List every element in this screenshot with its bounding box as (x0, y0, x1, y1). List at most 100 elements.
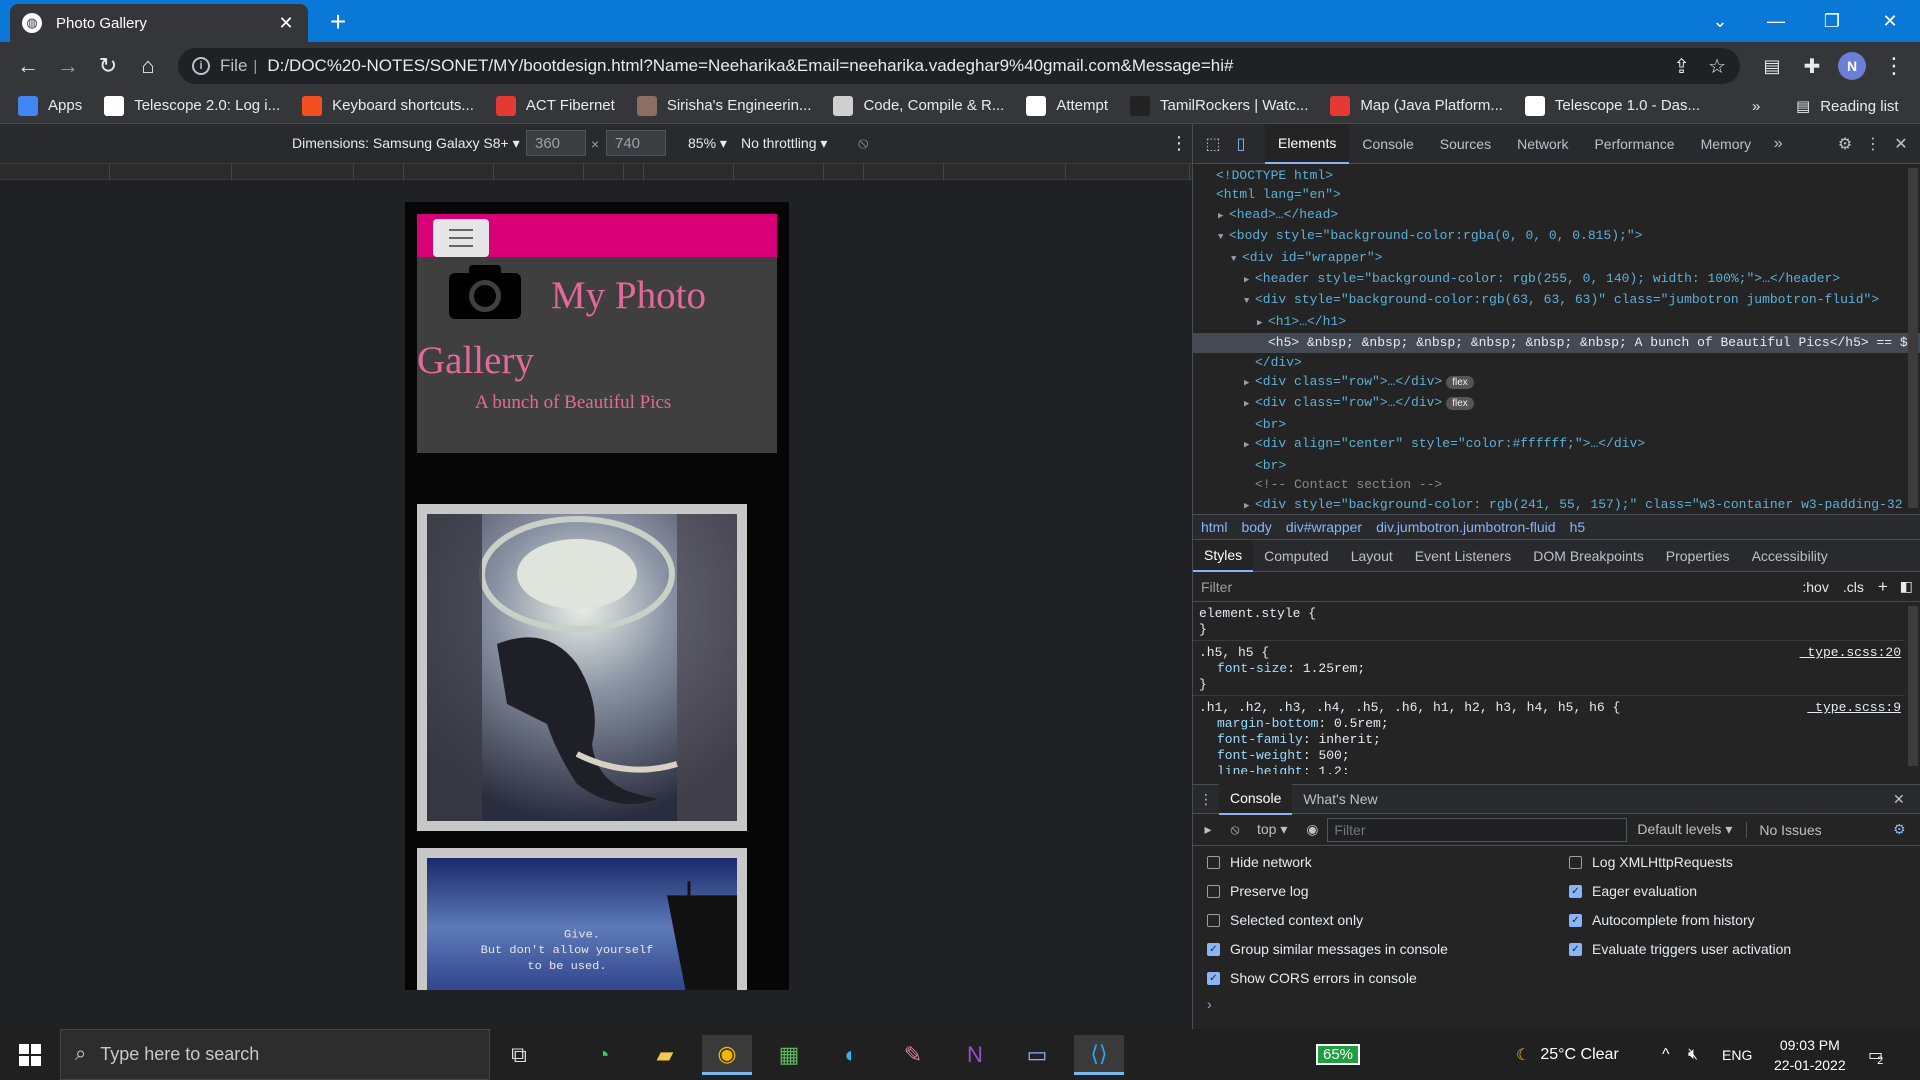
expand-triangle-icon[interactable]: ▶ (1244, 497, 1255, 515)
expand-triangle-icon[interactable]: ▶ (1244, 395, 1255, 414)
devtools-tab-performance[interactable]: Performance (1581, 124, 1687, 164)
bookmark-item[interactable]: Apps (18, 95, 82, 116)
checkbox[interactable] (1569, 855, 1582, 869)
checkbox[interactable] (1207, 913, 1220, 927)
share-icon[interactable]: ⇪ (1673, 54, 1690, 79)
devtools-tab-console[interactable]: Console (1349, 124, 1426, 164)
context-select[interactable]: top ▾ (1257, 821, 1287, 838)
dom-node[interactable]: ▶ <header style="background-color: rgb(25… (1193, 269, 1920, 290)
onenote-icon[interactable]: N (950, 1035, 1000, 1075)
dom-node[interactable]: ▼ <div id="wrapper"> (1193, 248, 1920, 269)
cls-toggle[interactable]: .cls (1843, 579, 1864, 595)
css-declaration[interactable]: line-height: 1.2; (1199, 764, 1901, 774)
dom-node[interactable]: ▼ <body style="background-color:rgba(0, 0… (1193, 226, 1920, 247)
bookmark-item[interactable]: Sirisha's Engineerin... (636, 95, 811, 116)
dom-node[interactable]: </div> (1193, 353, 1920, 372)
dom-node[interactable]: <br> (1193, 456, 1920, 475)
browser-tab[interactable]: ◍ Photo Gallery ✕ (10, 4, 308, 42)
url-text[interactable]: D:/DOC%20-NOTES/SONET/MY/bootdesign.html… (267, 56, 1655, 76)
bookmark-item[interactable]: Attempt (1026, 95, 1108, 116)
styles-pane[interactable]: element.style {} .h5, h5 {_type.scss:20 fo… (1193, 602, 1905, 774)
device-select[interactable]: Dimensions: Samsung Galaxy S8+ ▾ (292, 135, 520, 152)
tab-search-icon[interactable]: ⌄ (1692, 0, 1748, 42)
bookmark-item[interactable]: Map (Java Platform... (1330, 95, 1503, 116)
devtools-tab-elements[interactable]: Elements (1265, 123, 1350, 164)
file-explorer-icon[interactable]: ▰ (640, 1035, 690, 1075)
reading-list-button[interactable]: ▤ Reading list (1796, 88, 1899, 124)
log-levels-select[interactable]: Default levels ▾ (1637, 821, 1732, 838)
expand-triangle-icon[interactable]: ▶ (1218, 207, 1229, 226)
height-input[interactable] (606, 130, 666, 156)
new-tab-button[interactable]: + (322, 6, 354, 38)
media-query-ruler[interactable] (0, 164, 1192, 180)
console-setting-option[interactable]: ✓ Eager evaluation (1569, 883, 1697, 899)
styles-tab-styles[interactable]: Styles (1193, 539, 1254, 572)
issues-counter[interactable]: No Issues (1746, 821, 1822, 838)
dom-node[interactable]: ▶ <div class="row">…</div> flex (1193, 393, 1920, 414)
dom-scrollbar[interactable] (1908, 168, 1918, 508)
gallery-photo-elephant[interactable] (417, 504, 747, 831)
inspect-element-icon[interactable]: ⬚ (1199, 134, 1227, 154)
input-language[interactable]: ENG (1722, 1029, 1752, 1080)
bookmark-item[interactable]: TamilRockers | Watc... (1130, 95, 1308, 116)
clock[interactable]: 09:03 PM 22-01-2022 (1774, 1029, 1846, 1080)
tab-manager-icon[interactable]: ▤ (1756, 50, 1788, 82)
checkbox[interactable]: ✓ (1207, 942, 1220, 956)
dom-node[interactable]: ▼ <div style="background-color:rgb(63, 63… (1193, 290, 1920, 311)
styles-tab-accessibility[interactable]: Accessibility (1741, 540, 1839, 572)
css-declaration[interactable]: font-size: 1.25rem; (1199, 661, 1901, 677)
address-bar[interactable]: i File | D:/DOC%20-NOTES/SONET/MY/bootde… (178, 48, 1740, 84)
expand-triangle-icon[interactable]: ▶ (1257, 314, 1268, 333)
weather-widget[interactable]: ☾ 25°C Clear (1516, 1029, 1619, 1080)
computer-icon[interactable]: ▭ (1012, 1035, 1062, 1075)
hov-toggle[interactable]: :hov (1802, 579, 1828, 595)
back-button[interactable]: ← (12, 50, 44, 82)
dom-node-selected[interactable]: <h5> &nbsp; &nbsp; &nbsp; &nbsp; &nbsp; … (1193, 333, 1920, 353)
home-button[interactable]: ⌂ (132, 50, 164, 82)
breadcrumb-item[interactable]: div#wrapper (1286, 519, 1362, 535)
console-sidebar-icon[interactable]: ▸ (1193, 821, 1223, 838)
more-tabs-icon[interactable]: » (1764, 135, 1792, 153)
drawer-tab-whats-new[interactable]: What's New (1292, 783, 1388, 815)
edge-icon[interactable]: ◐ (826, 1035, 876, 1075)
vscode-icon[interactable]: ⟨⟩ (1074, 1035, 1124, 1075)
dom-node[interactable]: ▶ <head>…</head> (1193, 205, 1920, 226)
console-setting-option[interactable]: Selected context only (1207, 912, 1363, 928)
clear-console-icon[interactable]: ⦸ (1223, 821, 1247, 838)
taskbar-search[interactable]: ⌕ Type here to search (60, 1029, 490, 1080)
device-toggle-icon[interactable]: ▯ (1227, 134, 1255, 154)
info-icon[interactable]: i (192, 57, 210, 75)
dom-node[interactable]: <html lang="en"> (1193, 185, 1920, 204)
flex-badge[interactable]: flex (1446, 397, 1474, 411)
dom-tree[interactable]: <!DOCTYPE html> <html lang="en"> ▶ <head>…<… (1193, 164, 1920, 514)
css-declaration[interactable]: font-weight: 500; (1199, 748, 1901, 764)
close-window-button[interactable]: ✕ (1862, 0, 1918, 42)
dom-node[interactable]: <!-- Contact section --> (1193, 475, 1920, 494)
flex-badge[interactable]: flex (1446, 376, 1474, 390)
console-setting-option[interactable]: ✓ Evaluate triggers user activation (1569, 941, 1791, 957)
console-setting-option[interactable]: ✓ Group similar messages in console (1207, 941, 1448, 957)
toggle-sidebar-icon[interactable]: ◧ (1900, 578, 1913, 595)
checkbox[interactable]: ✓ (1569, 884, 1582, 898)
console-setting-option[interactable]: ✓ Autocomplete from history (1569, 912, 1755, 928)
drawer-close-icon[interactable]: ✕ (1893, 791, 1905, 808)
task-view-icon[interactable]: ⧉ (494, 1035, 544, 1075)
css-rule[interactable]: .h5, h5 {_type.scss:20 font-size: 1.25rem… (1193, 641, 1905, 696)
devtools-tab-memory[interactable]: Memory (1688, 124, 1765, 164)
live-expression-eye-icon[interactable]: ◉ (1297, 821, 1327, 838)
styles-filter-input[interactable]: Filter (1201, 579, 1802, 595)
expand-triangle-icon[interactable]: ▶ (1244, 436, 1255, 455)
css-source-link[interactable]: _type.scss:9 (1807, 700, 1901, 716)
profile-avatar[interactable]: N (1838, 52, 1866, 80)
collapse-triangle-icon[interactable]: ▼ (1244, 292, 1255, 311)
console-prompt[interactable]: › (1207, 996, 1212, 1012)
styles-tab-event-listeners[interactable]: Event Listeners (1404, 540, 1523, 572)
bookmark-item[interactable]: Code, Compile & R... (833, 95, 1004, 116)
console-setting-option[interactable]: Preserve log (1207, 883, 1309, 899)
device-toolbar-menu-icon[interactable]: ⋮ (1170, 133, 1188, 154)
styles-tab-dom-breakpoints[interactable]: DOM Breakpoints (1522, 540, 1654, 572)
navbar-toggler-button[interactable] (433, 219, 489, 257)
dom-node[interactable]: <!DOCTYPE html> (1193, 166, 1920, 185)
forward-button[interactable]: → (52, 50, 84, 82)
notifications-button[interactable]: ▭ 2 (1868, 1029, 1883, 1080)
